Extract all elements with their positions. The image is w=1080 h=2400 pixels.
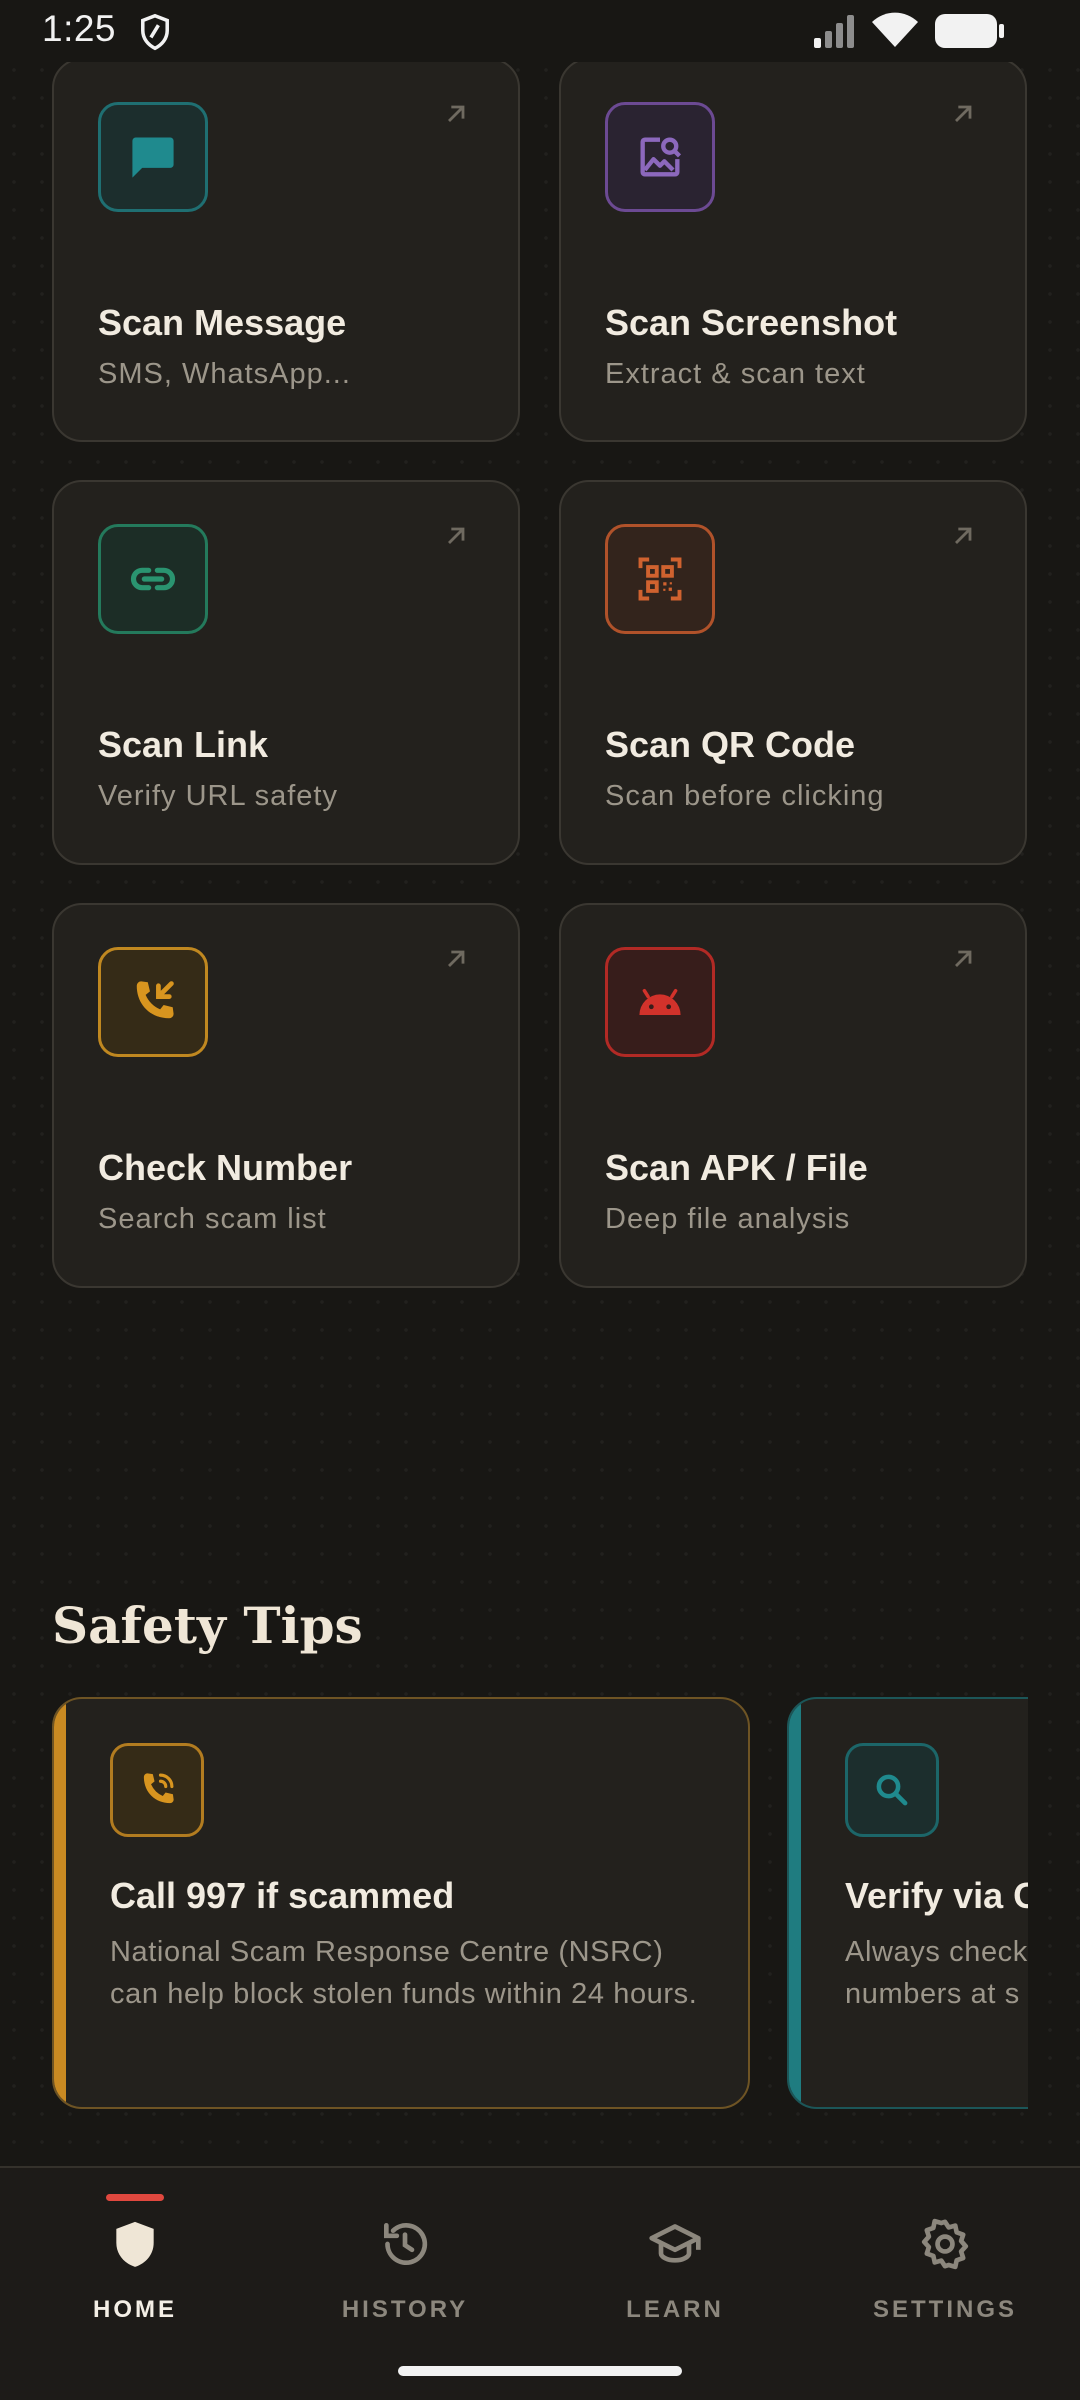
phone-incoming-icon — [136, 981, 174, 1019]
tip-card-call-997[interactable]: Call 997 if scammed National Scam Respon… — [52, 1697, 750, 2109]
status-time: 1:25 — [42, 8, 117, 49]
card-icon-box — [98, 102, 208, 212]
nav-active-indicator — [106, 2194, 164, 2201]
scan-link-card[interactable]: Scan Link Verify URL safety — [52, 480, 520, 865]
tip-title: Verify via Official Channels — [845, 1875, 1028, 1916]
nav-learn[interactable]: LEARN — [540, 2168, 810, 2358]
bottom-navigation: HOME HISTORY LEARN SETTINGS — [0, 2166, 1080, 2400]
card-subtitle: Extract & scan text — [605, 358, 866, 390]
arrow-up-right-icon — [955, 950, 972, 967]
phone-call-icon — [143, 1773, 174, 1804]
arrow-up-right-icon — [955, 527, 972, 544]
nav-label: SETTINGS — [872, 2296, 1017, 2323]
android-icon — [639, 989, 681, 1015]
shield-status-icon — [141, 13, 169, 51]
arrow-up-right-icon — [955, 105, 972, 122]
tip-title: Call 997 if scammed — [110, 1875, 455, 1916]
tip-accent-bar — [789, 1699, 801, 2107]
safety-tips-carousel[interactable]: Call 997 if scammed National Scam Respon… — [52, 1697, 1028, 2109]
card-subtitle: Deep file analysis — [605, 1203, 851, 1235]
card-title: Scan Message — [98, 302, 347, 343]
card-title: Scan APK / File — [605, 1147, 868, 1188]
scan-screenshot-card[interactable]: Scan Screenshot Extract & scan text — [559, 58, 1027, 442]
tip-icon-box — [845, 1743, 939, 1837]
nav-settings[interactable]: SETTINGS — [810, 2168, 1080, 2358]
card-subtitle: Search scam list — [98, 1203, 327, 1235]
arrow-up-right-icon — [448, 950, 465, 967]
status-bar: 1:25 — [0, 0, 1080, 62]
card-icon-box — [98, 524, 208, 634]
card-icon-box — [605, 524, 715, 634]
nav-label: HISTORY — [341, 2296, 469, 2323]
safety-tips-heading: Safety Tips — [52, 1596, 363, 1655]
history-icon — [384, 2223, 428, 2265]
search-icon — [876, 1774, 908, 1806]
tip-body: National Scam Response Centre (NSRC) can… — [110, 1936, 698, 2010]
card-title: Scan Link — [98, 724, 269, 765]
tip-card-verify[interactable]: Verify via Official Channels Always chec… — [787, 1697, 1028, 2109]
card-icon-box — [605, 947, 715, 1057]
tip-icon-box — [110, 1743, 204, 1837]
home-gesture-bar[interactable] — [398, 2366, 682, 2376]
scan-message-card[interactable]: Scan Message SMS, WhatsApp... — [52, 58, 520, 442]
qr-code-icon — [638, 557, 682, 601]
gear-icon — [921, 2218, 969, 2270]
image-search-icon — [640, 137, 682, 177]
card-title: Scan QR Code — [605, 724, 856, 765]
signal-icon — [814, 15, 854, 48]
scan-qr-code-card[interactable]: Scan QR Code Scan before clicking — [559, 480, 1027, 865]
card-subtitle: SMS, WhatsApp... — [98, 358, 351, 390]
battery-icon — [935, 14, 1004, 48]
tip-accent-bar — [54, 1699, 66, 2107]
message-icon — [132, 137, 174, 178]
card-title: Check Number — [98, 1147, 353, 1188]
card-title: Scan Screenshot — [605, 302, 898, 343]
check-number-card[interactable]: Check Number Search scam list — [52, 903, 520, 1288]
scan-feature-grid: Scan Message SMS, WhatsApp... Scan Scree… — [52, 58, 1027, 1288]
card-icon-box — [605, 102, 715, 212]
nav-history[interactable]: HISTORY — [270, 2168, 540, 2358]
card-subtitle: Verify URL safety — [98, 780, 338, 812]
nav-label: HOME — [93, 2296, 177, 2323]
shield-icon — [116, 2221, 154, 2267]
scan-apk-file-card[interactable]: Scan APK / File Deep file analysis — [559, 903, 1027, 1288]
arrow-up-right-icon — [448, 527, 465, 544]
graduation-cap-icon — [649, 2224, 701, 2263]
tip-body: Always check official numbers at s — [845, 1936, 1028, 2010]
wifi-icon — [872, 12, 918, 47]
card-subtitle: Scan before clicking — [605, 780, 885, 812]
arrow-up-right-icon — [448, 105, 465, 122]
nav-home[interactable]: HOME — [0, 2168, 270, 2358]
nav-label: LEARN — [626, 2296, 724, 2323]
card-icon-box — [98, 947, 208, 1057]
link-icon — [130, 567, 176, 591]
